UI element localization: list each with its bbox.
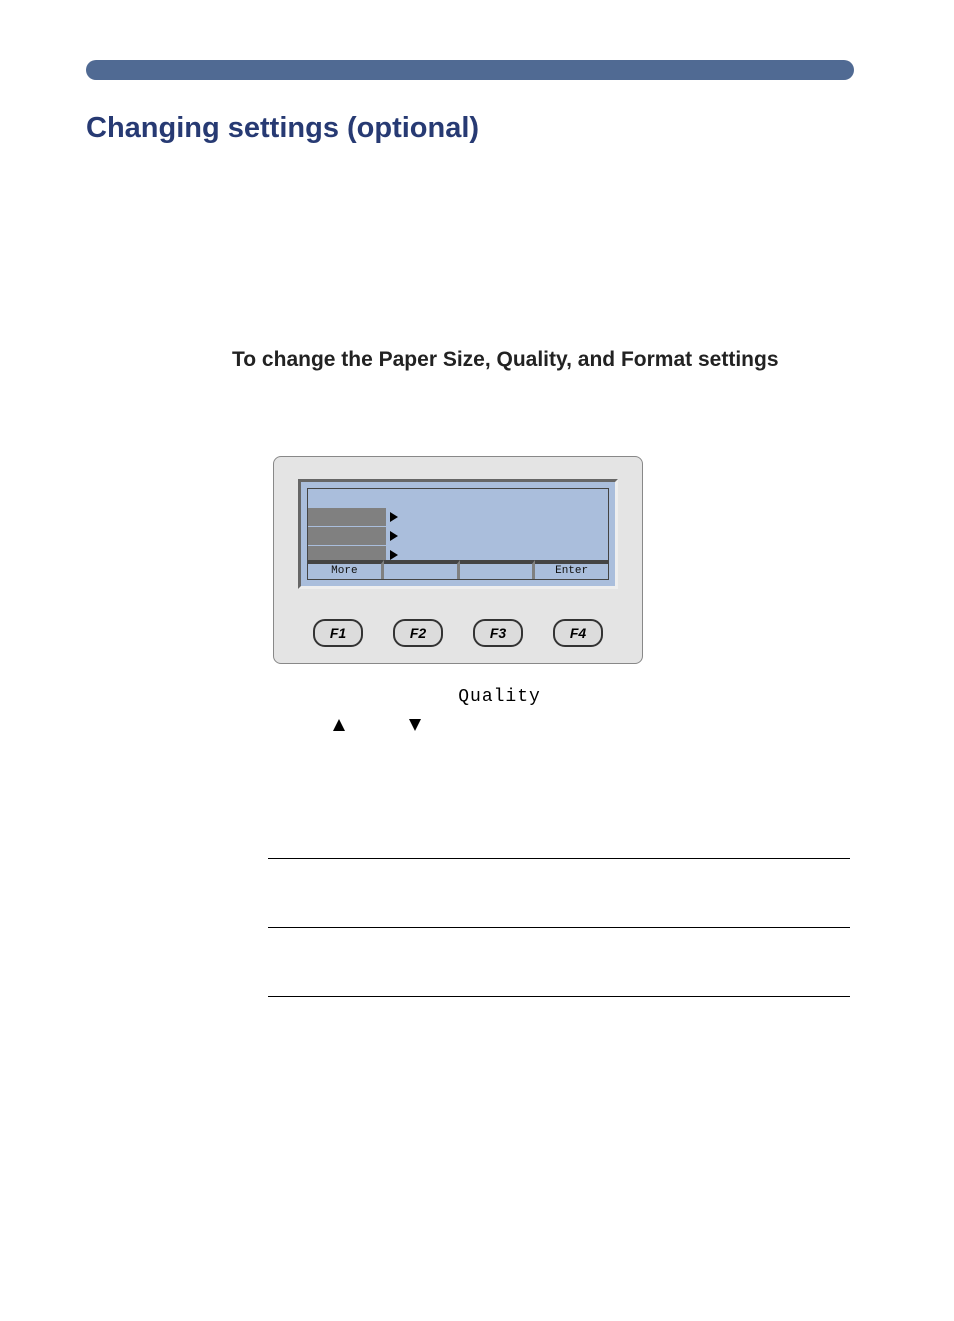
- softkey-4: Enter: [535, 560, 608, 579]
- option-desc: 1200 x 1200 dpi; standard picture qualit…: [418, 871, 850, 915]
- intro-paragraph: Before printing, you may want to change …: [232, 178, 852, 255]
- step-2-text-b: , then press the: [541, 685, 672, 706]
- right-arrow-icon: [390, 550, 398, 560]
- lcd-row-1: Print Fax Scan: [308, 489, 608, 508]
- f3-button[interactable]: F3: [473, 619, 523, 647]
- step-1-text: From the Main menu, highlight the settin…: [266, 404, 791, 425]
- f2-button[interactable]: F2: [393, 619, 443, 647]
- softkey-3: [460, 560, 536, 579]
- lcd-softkey-bar: More Enter: [308, 560, 608, 579]
- step-2-text-a: For example, highlight: [266, 685, 458, 706]
- options-table: Best 2400 x 1200 dpi; best picture quali…: [268, 790, 850, 1029]
- right-arrow-icon: [390, 512, 398, 522]
- lcd-row-2-text: Paper: [312, 509, 351, 523]
- step-2-number: 2.: [232, 682, 266, 710]
- lcd-row-3-text: Quality: [312, 528, 366, 542]
- page-title: Changing settings (optional): [86, 112, 479, 145]
- or-word: or: [350, 713, 372, 734]
- device-panel: Print Fax Scan Paper Quality Format More: [273, 456, 643, 664]
- option-desc: 600 x 600 dpi; minimum picture quality; …: [418, 940, 850, 984]
- lcd-inner: Print Fax Scan Paper Quality Format More: [307, 488, 609, 580]
- footnote: * Default setting: [268, 997, 850, 1029]
- lcd-row-2: Paper: [308, 508, 608, 527]
- function-key-row: F1 F2 F3 F4: [298, 619, 618, 647]
- lcd-row-1-text: Print Fax Scan: [312, 490, 420, 504]
- lcd-row-3: Quality: [308, 527, 608, 546]
- option-name: Better*: [268, 871, 418, 915]
- table-row: Best 2400 x 1200 dpi; best picture quali…: [268, 790, 850, 859]
- table-row: Better* 1200 x 1200 dpi; standard pictur…: [268, 859, 850, 928]
- header-bar: [86, 60, 854, 80]
- right-arrow-icon: [390, 531, 398, 541]
- lcd-row-4-text: Format: [312, 547, 358, 561]
- option-name: Best: [268, 802, 418, 846]
- up-arrow-icon: [333, 719, 345, 731]
- softkey-1: More: [308, 560, 384, 579]
- table-row: Good 600 x 600 dpi; minimum picture qual…: [268, 928, 850, 997]
- softkey-2: [384, 560, 460, 579]
- quality-inline-label: Quality: [458, 687, 541, 707]
- lcd-screen: Print Fax Scan Paper Quality Format More: [298, 479, 618, 589]
- step-1: 1.From the Main menu, highlight the sett…: [232, 402, 852, 428]
- down-arrow-icon: [409, 719, 421, 731]
- option-desc: 2400 x 1200 dpi; best picture quality; l…: [418, 802, 850, 846]
- step-2-text-c: buttons to scroll through the following …: [426, 713, 812, 734]
- section-heading: To change the Paper Size, Quality, and F…: [232, 348, 779, 372]
- f4-button[interactable]: F4: [553, 619, 603, 647]
- f1-button[interactable]: F1: [313, 619, 363, 647]
- option-name: Good: [268, 940, 418, 984]
- step-2: 2.For example, highlight Quality, then p…: [232, 682, 852, 738]
- step-1-number: 1.: [232, 402, 266, 428]
